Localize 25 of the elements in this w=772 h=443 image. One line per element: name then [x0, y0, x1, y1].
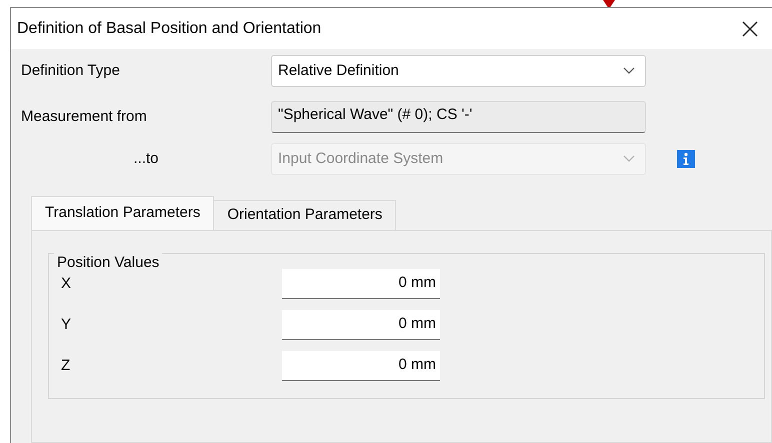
value-field[interactable]: 0 mm: [282, 351, 440, 381]
chevron-down-icon: [623, 67, 635, 75]
field-value: 0 mm: [398, 355, 436, 376]
dropdown-value: Relative Definition: [278, 60, 399, 81]
definition-type-dropdown[interactable]: Relative Definition: [271, 55, 646, 87]
tab[interactable]: Translation Parameters: [31, 196, 214, 230]
close-icon: [742, 20, 758, 36]
dropdown-value: Input Coordinate System: [278, 148, 444, 169]
info-icon[interactable]: [677, 150, 695, 168]
field-value: 0 mm: [398, 273, 436, 294]
field-value: 0 mm: [398, 314, 436, 334]
field-label: Y: [61, 314, 72, 335]
chevron-down-icon: [623, 155, 635, 163]
field-value: "Spherical Wave" (# 0); CS '-': [278, 104, 472, 125]
field-label: Z: [61, 356, 72, 376]
field-label: ...to: [133, 148, 158, 169]
field-label: Definition Type: [21, 60, 121, 81]
arrow-tip-icon: [603, 0, 615, 9]
tab[interactable]: Orientation Parameters: [213, 200, 396, 230]
value-field[interactable]: 0 mm: [282, 310, 440, 340]
field-label: X: [61, 274, 72, 294]
window-title: Definition of Basal Position and Orientation: [17, 18, 322, 38]
value-field[interactable]: 0 mm: [282, 269, 440, 299]
field-label: Measurement from: [21, 106, 148, 127]
measurement-field[interactable]: "Spherical Wave" (# 0); CS '-': [271, 101, 646, 133]
